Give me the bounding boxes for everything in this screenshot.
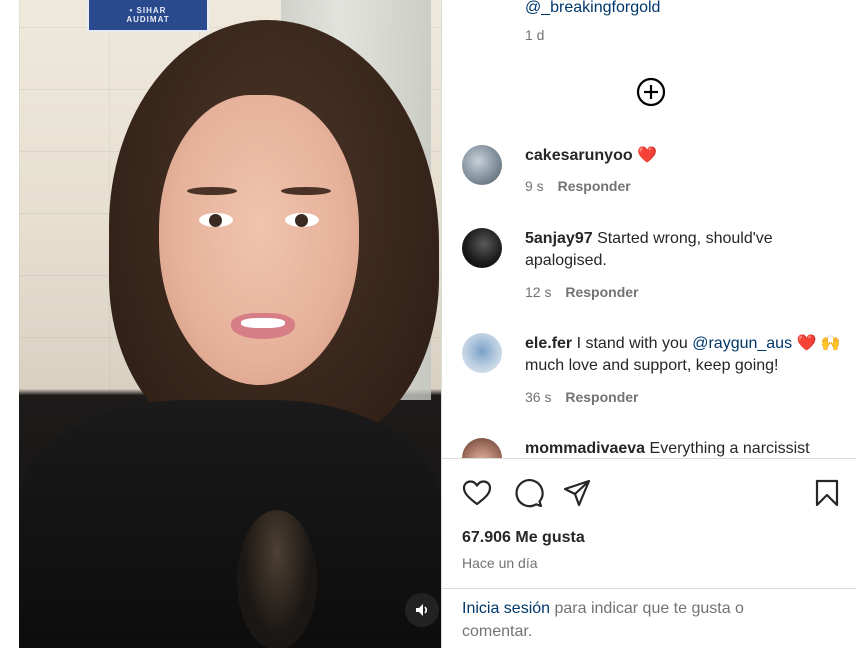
caption-time: 1 d [525,27,545,43]
comment-item: mommadivaeva Everything a narcissist [462,438,852,458]
avatar[interactable] [462,333,502,373]
share-button[interactable] [561,477,593,509]
comment-meta: 36 s Responder [525,389,638,405]
reply-button[interactable]: Responder [558,178,631,194]
speaker-icon [416,604,428,616]
comment-username[interactable]: 5anjay97 [525,230,593,247]
heart-emoji: ❤️ [637,147,657,164]
comment-username[interactable]: ele.fer [525,335,572,352]
mouth [231,313,295,339]
comment-text: I stand with you [576,335,688,352]
comment-meta: 12 s Responder [525,284,638,300]
post-sidebar: @_breakingforgold 1 d cakesarunyoo ❤️ 9 … [441,0,856,649]
comment-username[interactable]: mommadivaeva [525,440,645,457]
share-icon [563,479,591,507]
heart-icon [462,480,492,506]
comment-time: 12 s [525,284,552,300]
avatar[interactable] [462,228,502,268]
post-media[interactable]: • SIHAR AUDIMAT [19,0,441,648]
heart-emoji: ❤️ [796,335,817,352]
avatar[interactable] [462,145,502,185]
reply-button[interactable]: Responder [565,389,638,405]
comment-mention-link[interactable]: @raygun_aus [692,335,792,352]
like-button[interactable] [461,477,493,509]
comment-item: ele.fer I stand with you @raygun_aus ❤️ … [462,333,852,413]
right-eye [285,213,319,227]
load-more-comments-button[interactable] [635,76,667,108]
reply-button[interactable]: Responder [565,284,638,300]
comment-time: 9 s [525,178,544,194]
right-brow [281,187,331,195]
mute-button[interactable] [405,593,439,627]
street-sign-line1: • SIHAR [129,6,167,15]
left-eye [199,213,233,227]
person-shirt [19,400,441,648]
save-button[interactable] [811,477,843,509]
comment-body: 5anjay97 Started wrong, should've apalog… [525,228,845,272]
person-face [159,95,359,385]
sunglasses [237,510,317,648]
comment-button[interactable] [512,477,544,509]
street-sign: • SIHAR AUDIMAT [87,0,209,32]
comment-body: ele.fer I stand with you @raygun_aus ❤️ … [525,333,845,377]
caption-mention-link[interactable]: @_breakingforgold [525,0,660,17]
plus-circle-icon [636,77,666,107]
like-count[interactable]: 67.906 Me gusta [462,529,585,547]
comment-username[interactable]: cakesarunyoo [525,147,633,164]
post-time: Hace un día [462,555,538,571]
comment-item: 5anjay97 Started wrong, should've apalog… [462,228,852,308]
comment-text: Everything a narcissist [649,440,810,457]
bookmark-icon [815,479,839,507]
comment-icon [515,479,544,508]
comments-list[interactable]: @_breakingforgold 1 d cakesarunyoo ❤️ 9 … [442,0,856,458]
street-sign-line2: AUDIMAT [126,15,170,24]
comment-meta: 9 s Responder [525,178,631,194]
left-brow [187,187,237,195]
avatar[interactable] [462,438,502,458]
comment-item: cakesarunyoo ❤️ 9 s Responder [462,145,852,205]
comment-time: 36 s [525,389,552,405]
login-prompt: Inicia sesión para indicar que te gusta … [442,588,856,649]
login-link[interactable]: Inicia sesión [462,600,550,617]
login-message: Inicia sesión para indicar que te gusta … [462,597,792,643]
comment-body: cakesarunyoo ❤️ [525,145,845,167]
comment-body: mommadivaeva Everything a narcissist [525,438,845,458]
post-actions: 67.906 Me gusta Hace un día [442,458,856,589]
